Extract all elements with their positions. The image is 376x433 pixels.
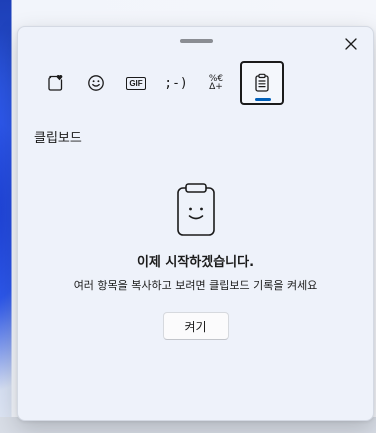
symbols-icon-bottom: Δ+ <box>209 82 223 92</box>
close-icon <box>345 38 357 50</box>
gif-icon: GIF <box>126 76 146 90</box>
emoji-clipboard-panel: GIF ;-) %€ Δ+ 클립보드 이제 시작하겠습니다. 여러 항목을 복사… <box>17 26 374 421</box>
tab-kaomoji[interactable]: ;-) <box>156 62 196 104</box>
tab-favorites[interactable] <box>36 62 76 104</box>
section-title: 클립보드 <box>34 131 82 146</box>
empty-state-heading: 이제 시작하겠습니다. <box>136 255 255 270</box>
clipboard-empty-state: 이제 시작하겠습니다. 여러 항목을 복사하고 보려면 클립보드 기록을 켜세요… <box>18 183 373 340</box>
heart-sticker-icon <box>48 75 63 91</box>
close-button[interactable] <box>339 32 363 56</box>
kaomoji-icon: ;-) <box>164 75 188 91</box>
active-tab-indicator <box>255 98 271 101</box>
drag-handle[interactable] <box>180 39 213 43</box>
tab-symbols[interactable]: %€ Δ+ <box>196 62 236 104</box>
smiley-icon <box>88 75 104 91</box>
tab-emoji[interactable] <box>76 62 116 104</box>
clipboard-icon <box>255 73 269 92</box>
tab-gif[interactable]: GIF <box>116 62 156 104</box>
empty-state-description: 여러 항목을 복사하고 보려면 클립보드 기록을 켜세요 <box>73 279 318 292</box>
tab-clipboard[interactable] <box>240 61 284 105</box>
turn-on-button[interactable]: 켜기 <box>162 312 229 340</box>
smiling-clipboard-icon <box>176 183 215 236</box>
panel-tabs: GIF ;-) %€ Δ+ <box>36 61 284 105</box>
symbols-icon: %€ Δ+ <box>209 75 223 92</box>
